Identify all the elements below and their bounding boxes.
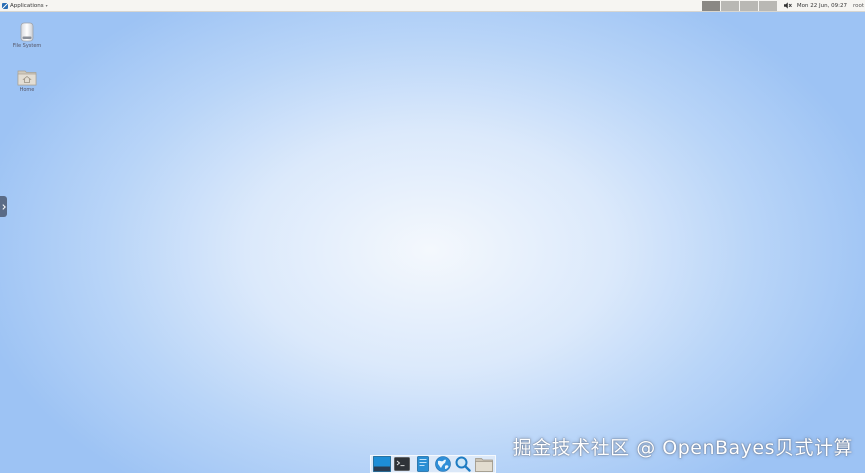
drive-icon bbox=[20, 22, 34, 42]
clock[interactable]: Mon 22 Jun, 09:27 bbox=[797, 3, 847, 9]
workspace-4[interactable] bbox=[757, 0, 777, 11]
desktop-icon bbox=[373, 456, 392, 472]
applications-menu[interactable]: Applications ▾ bbox=[0, 0, 48, 12]
chevron-down-icon: ▾ bbox=[45, 3, 48, 8]
dock-app-finder[interactable] bbox=[454, 456, 473, 473]
desktop-icon-file-system[interactable]: File System bbox=[7, 22, 47, 49]
magnifier-icon bbox=[455, 456, 472, 472]
dock-folder[interactable] bbox=[474, 456, 493, 473]
xfce-logo-icon bbox=[2, 2, 8, 9]
applications-label: Applications bbox=[10, 2, 44, 9]
dock-terminal[interactable] bbox=[393, 456, 412, 473]
dock bbox=[370, 455, 496, 473]
desktop-icon-home[interactable]: Home bbox=[7, 68, 47, 93]
dock-web-browser[interactable] bbox=[434, 456, 453, 473]
side-panel-handle[interactable] bbox=[0, 196, 7, 217]
workspace-1[interactable] bbox=[700, 0, 720, 11]
workspace-2[interactable] bbox=[719, 0, 739, 11]
top-panel: Applications ▾ Mon 22 Jun, 09:27 root bbox=[0, 0, 865, 12]
home-folder-icon bbox=[17, 70, 37, 86]
file-manager-icon bbox=[416, 456, 429, 472]
home-label: Home bbox=[19, 87, 35, 93]
chevron-right-icon bbox=[1, 203, 6, 210]
workspace-switcher bbox=[700, 0, 777, 11]
globe-icon bbox=[435, 456, 451, 472]
workspace-3[interactable] bbox=[738, 0, 758, 11]
user-menu[interactable]: root bbox=[853, 3, 864, 9]
file-system-label: File System bbox=[12, 43, 42, 49]
dock-file-manager[interactable] bbox=[413, 456, 432, 473]
volume-icon[interactable] bbox=[783, 1, 793, 11]
dock-show-desktop[interactable] bbox=[373, 456, 392, 473]
terminal-icon bbox=[394, 457, 411, 471]
watermark-text: 掘金技术社区 @ OpenBayes贝式计算 bbox=[512, 437, 853, 459]
folder-icon bbox=[474, 457, 493, 472]
